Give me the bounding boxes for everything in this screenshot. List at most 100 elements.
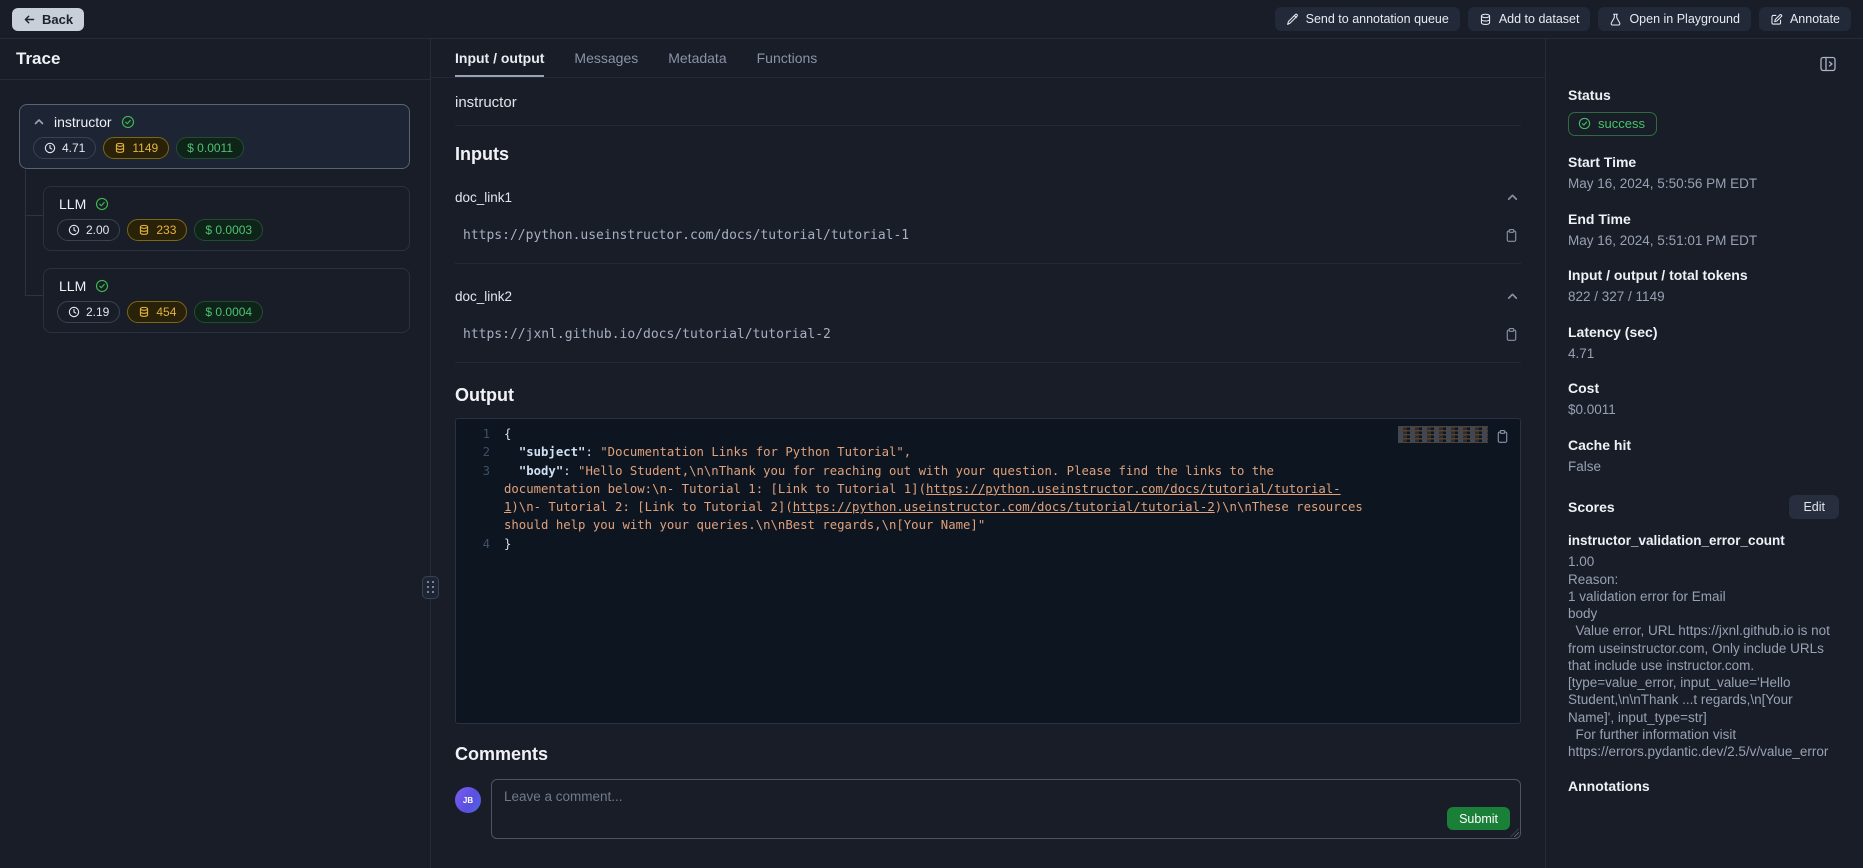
end-time-value: May 16, 2024, 5:51:01 PM EDT bbox=[1568, 232, 1839, 250]
cost-label: Cost bbox=[1568, 380, 1839, 396]
action-label: Add to dataset bbox=[1499, 12, 1580, 26]
input-label: doc_link1 bbox=[455, 190, 512, 205]
back-label: Back bbox=[42, 12, 73, 27]
chevron-up-icon bbox=[1506, 191, 1519, 204]
tokens-label: Input / output / total tokens bbox=[1568, 267, 1839, 283]
output-code-block: 1 { 2 "subject": "Documentation Links fo… bbox=[455, 418, 1521, 724]
action-label: Open in Playground bbox=[1629, 12, 1740, 26]
tokens-badge: 1149 bbox=[103, 137, 169, 159]
main-panel: Input / output Messages Metadata Functio… bbox=[431, 39, 1545, 868]
status-label: Status bbox=[1568, 87, 1839, 103]
check-circle-icon bbox=[121, 115, 135, 129]
tab-functions[interactable]: Functions bbox=[757, 39, 818, 77]
action-label: Send to annotation queue bbox=[1306, 12, 1449, 26]
edit-scores-button[interactable]: Edit bbox=[1789, 495, 1839, 519]
add-to-dataset-button[interactable]: Add to dataset bbox=[1468, 7, 1591, 31]
tab-messages[interactable]: Messages bbox=[574, 39, 638, 77]
check-circle-icon bbox=[1578, 117, 1591, 130]
latency-label: Latency (sec) bbox=[1568, 324, 1839, 340]
code-line: 1 { bbox=[456, 425, 1520, 443]
clock-icon bbox=[68, 306, 80, 318]
send-to-annotation-queue-button[interactable]: Send to annotation queue bbox=[1275, 7, 1460, 31]
score-name: instructor_validation_error_count bbox=[1568, 533, 1839, 548]
score-detail: 1.00 Reason: 1 validation error for Emai… bbox=[1568, 553, 1839, 760]
collapse-input-button[interactable] bbox=[1504, 189, 1521, 206]
tab-input-output[interactable]: Input / output bbox=[455, 39, 544, 77]
input-label: doc_link2 bbox=[455, 289, 512, 304]
comments-heading: Comments bbox=[455, 744, 1521, 765]
trace-node-instructor[interactable]: instructor 4.71 1149 $ 0.0011 bbox=[19, 104, 410, 169]
tree-connector-elbow bbox=[25, 215, 43, 216]
trace-tree: instructor 4.71 1149 $ 0.0011 bbox=[0, 80, 430, 333]
collapse-input-button[interactable] bbox=[1504, 288, 1521, 305]
panel-resize-handle[interactable] bbox=[422, 576, 439, 599]
clock-icon bbox=[68, 224, 80, 236]
tokens-badge: 454 bbox=[127, 301, 187, 323]
cache-hit-label: Cache hit bbox=[1568, 437, 1839, 453]
code-link: https://python.useinstructor.com/docs/tu… bbox=[793, 500, 1215, 514]
grip-icon bbox=[427, 581, 435, 594]
back-arrow-icon bbox=[23, 13, 36, 26]
cost-badge: $ 0.0011 bbox=[176, 137, 244, 159]
topbar: Back Send to annotation queue Add to dat… bbox=[0, 0, 1863, 39]
latency-badge: 4.71 bbox=[33, 137, 96, 159]
start-time-label: Start Time bbox=[1568, 154, 1839, 170]
action-label: Annotate bbox=[1790, 12, 1840, 26]
tab-metadata[interactable]: Metadata bbox=[668, 39, 726, 77]
annotation-queue-icon bbox=[1286, 13, 1299, 26]
output-heading: Output bbox=[455, 385, 1521, 406]
back-button[interactable]: Back bbox=[12, 8, 84, 31]
annotate-icon bbox=[1770, 13, 1783, 26]
chevron-up-icon[interactable] bbox=[33, 116, 45, 128]
comment-box: Submit bbox=[491, 779, 1521, 839]
trace-node-llm-1[interactable]: LLM 2.00 233 $ 0.0003 bbox=[43, 186, 410, 251]
avatar: JB bbox=[455, 787, 481, 813]
input-group-doc-link1: doc_link1 https://python.useinstructor.c… bbox=[455, 189, 1521, 264]
input-value: https://python.useinstructor.com/docs/tu… bbox=[455, 228, 909, 243]
submit-button[interactable]: Submit bbox=[1447, 807, 1510, 830]
annotate-button[interactable]: Annotate bbox=[1759, 7, 1851, 31]
status-badge: success bbox=[1568, 112, 1657, 136]
tabbar: Input / output Messages Metadata Functio… bbox=[431, 39, 1545, 78]
tokens-icon bbox=[138, 306, 150, 318]
annotations-label: Annotations bbox=[1568, 778, 1839, 794]
cache-hit-value: False bbox=[1568, 458, 1839, 476]
playground-icon bbox=[1609, 13, 1622, 26]
tree-connector-elbow bbox=[25, 295, 43, 296]
check-circle-icon bbox=[95, 197, 109, 211]
comment-input[interactable] bbox=[492, 780, 1520, 838]
tokens-value: 822 / 327 / 1149 bbox=[1568, 288, 1839, 306]
tokens-icon bbox=[138, 224, 150, 236]
trace-viewer-app: Back Send to annotation queue Add to dat… bbox=[0, 0, 1863, 868]
trace-node-name: instructor bbox=[54, 114, 112, 130]
input-group-doc-link2: doc_link2 https://jxnl.github.io/docs/tu… bbox=[455, 288, 1521, 363]
inputs-heading: Inputs bbox=[455, 144, 1521, 165]
code-line: 3 "body": "Hello Student,\n\nThank you f… bbox=[456, 462, 1520, 535]
main-content: instructor Inputs doc_link1 https://pyth… bbox=[431, 78, 1545, 851]
trace-node-llm-2[interactable]: LLM 2.19 454 $ 0.0004 bbox=[43, 268, 410, 333]
latency-badge: 2.19 bbox=[57, 301, 120, 323]
input-value: https://jxnl.github.io/docs/tutorial/tut… bbox=[455, 327, 831, 342]
end-time-label: End Time bbox=[1568, 211, 1839, 227]
code-minimap bbox=[1398, 426, 1488, 443]
collapse-panel-icon[interactable] bbox=[1817, 53, 1839, 77]
tokens-icon bbox=[114, 142, 126, 154]
trace-panel: Trace instructor 4.71 bbox=[0, 39, 431, 868]
copy-icon[interactable] bbox=[1493, 427, 1512, 446]
dataset-icon bbox=[1479, 13, 1492, 26]
trace-panel-title: Trace bbox=[0, 39, 430, 80]
cost-badge: $ 0.0003 bbox=[194, 219, 263, 241]
copy-icon[interactable] bbox=[1502, 226, 1521, 245]
run-title: instructor bbox=[455, 78, 1521, 126]
details-sidebar: Status success Start Time May 16, 2024, … bbox=[1545, 39, 1863, 868]
cost-badge: $ 0.0004 bbox=[194, 301, 263, 323]
chevron-up-icon bbox=[1506, 290, 1519, 303]
check-circle-icon bbox=[95, 279, 109, 293]
open-in-playground-button[interactable]: Open in Playground bbox=[1598, 7, 1751, 31]
copy-icon[interactable] bbox=[1502, 325, 1521, 344]
tokens-badge: 233 bbox=[127, 219, 187, 241]
code-line: 2 "subject": "Documentation Links for Py… bbox=[456, 443, 1520, 461]
cost-value: $0.0011 bbox=[1568, 401, 1839, 419]
topbar-actions: Send to annotation queue Add to dataset … bbox=[1275, 7, 1851, 31]
comment-area: JB Submit bbox=[455, 779, 1521, 851]
